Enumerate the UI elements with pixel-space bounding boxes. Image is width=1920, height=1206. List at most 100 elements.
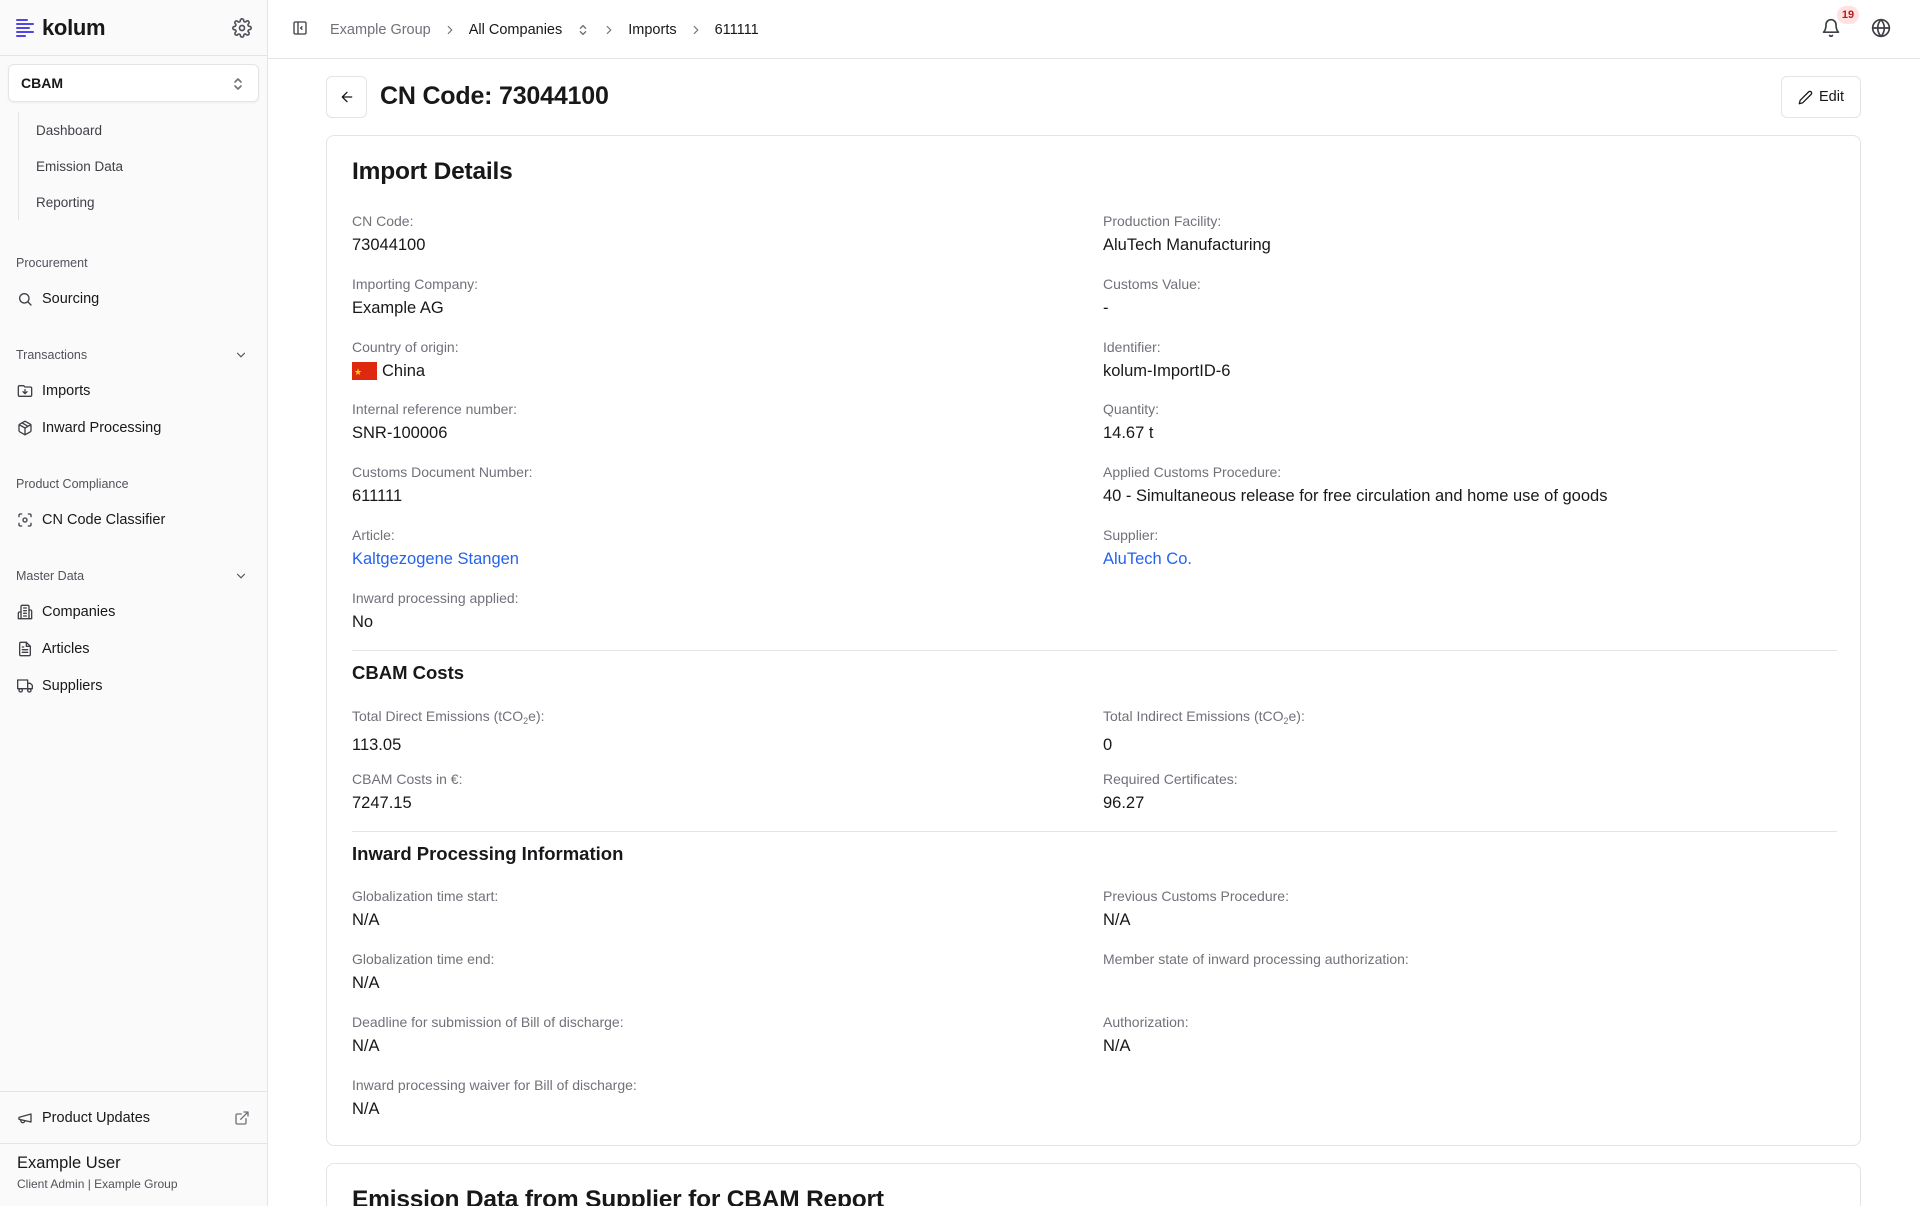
field-cn-code: CN Code: 73044100 xyxy=(352,212,425,256)
field-authorization: Authorization: N/A xyxy=(1103,1013,1189,1057)
field-label: Previous Customs Procedure: xyxy=(1103,888,1289,904)
subnav-item-emission-data[interactable]: Emission Data xyxy=(19,148,249,184)
field-article: Article: Kaltgezogene Stangen xyxy=(352,526,519,570)
supplier-link[interactable]: AluTech Co. xyxy=(1103,548,1192,570)
emission-data-card: Emission Data from Supplier for CBAM Rep… xyxy=(326,1163,1861,1206)
field-value: 113.05 xyxy=(352,736,402,754)
field-supplier: Supplier: AluTech Co. xyxy=(1103,526,1192,570)
file-text-icon xyxy=(19,641,31,656)
field-label: Required Certificates: xyxy=(1103,771,1238,787)
megaphone-icon xyxy=(18,1112,32,1123)
product-updates-link[interactable]: Product Updates xyxy=(0,1091,268,1143)
folder-import-icon xyxy=(17,384,33,397)
field-globalization-end: Globalization time end: N/A xyxy=(352,950,494,994)
field-label: Quantity: xyxy=(1103,401,1160,417)
field-bill-of-discharge-deadline: Deadline for submission of Bill of disch… xyxy=(352,1013,624,1057)
sidebar-item-inward-processing[interactable]: Inward Processing xyxy=(0,409,268,446)
search-icon xyxy=(19,292,32,306)
breadcrumb-group[interactable]: Example Group xyxy=(330,22,431,38)
building-icon xyxy=(17,604,33,619)
sidebar-item-label: Inward Processing xyxy=(42,419,162,436)
pencil-icon xyxy=(1798,90,1813,104)
article-link[interactable]: Kaltgezogene Stangen xyxy=(352,548,519,570)
brand[interactable]: kolum xyxy=(0,0,267,56)
sidebar-item-suppliers[interactable]: Suppliers xyxy=(0,667,268,704)
chevron-right-icon xyxy=(606,25,612,34)
nav-label-text: Master Data xyxy=(16,569,85,583)
sidebar-item-label: Suppliers xyxy=(42,677,103,694)
breadcrumb-companies[interactable]: All Companies xyxy=(469,22,563,38)
divider xyxy=(352,650,1837,651)
sidebar-item-imports[interactable]: Imports xyxy=(0,372,268,409)
subnav-item-dashboard[interactable]: Dashboard xyxy=(19,112,249,148)
field-production-facility: Production Facility: AluTech Manufacturi… xyxy=(1103,212,1271,256)
sidebar-item-label: CN Code Classifier xyxy=(42,511,166,528)
nav-label-transactions[interactable]: Transactions xyxy=(0,344,268,366)
field-value: No xyxy=(352,613,374,631)
field-value: N/A xyxy=(352,1037,380,1055)
divider xyxy=(352,831,1837,832)
label-part: e): xyxy=(528,708,545,724)
field-value: kolum-ImportID-6 xyxy=(1103,362,1231,380)
breadcrumb-imports[interactable]: Imports xyxy=(628,22,676,38)
country-name: China xyxy=(382,362,426,380)
nav-label-text: Transactions xyxy=(16,348,88,362)
bell-icon[interactable] xyxy=(1821,18,1841,38)
nav-label-master-data[interactable]: Master Data xyxy=(0,565,268,587)
field-value: - xyxy=(1103,299,1109,317)
nav-label-procurement: Procurement xyxy=(16,256,88,270)
chevron-up-down-icon[interactable] xyxy=(576,23,590,37)
field-value: 611111 xyxy=(352,487,403,505)
topbar: Example Group All Companies Imports 6111… xyxy=(268,0,1920,59)
field-label: Article: xyxy=(352,527,395,543)
sidebar: kolum CBAM Dashboard Emission Data Repor… xyxy=(0,0,268,1206)
import-details-title: Import Details xyxy=(352,158,513,185)
sidebar-item-cn-code-classifier[interactable]: CN Code Classifier xyxy=(0,501,268,538)
field-value: N/A xyxy=(1103,911,1131,929)
package-icon xyxy=(18,420,32,435)
field-identifier: Identifier: kolum-ImportID-6 xyxy=(1103,338,1230,382)
sidebar-item-sourcing[interactable]: Sourcing xyxy=(0,280,268,317)
field-label: Supplier: xyxy=(1103,527,1159,543)
field-label: Total Indirect Emissions (tCO2e): xyxy=(1103,707,1305,730)
user-menu[interactable]: Example User Client Admin | Example Grou… xyxy=(0,1143,268,1206)
sidebar-item-label: Sourcing xyxy=(42,290,100,307)
cbam-subnav: Dashboard Emission Data Reporting xyxy=(18,112,249,220)
field-value: China xyxy=(352,360,459,383)
sidebar-toggle-icon[interactable] xyxy=(292,20,308,36)
field-label: Globalization time start: xyxy=(352,888,499,904)
edit-button[interactable]: Edit xyxy=(1781,76,1861,118)
field-value: 73044100 xyxy=(352,236,426,254)
field-label: Inward processing applied: xyxy=(352,590,519,606)
field-customs-value: Customs Value: - xyxy=(1103,275,1201,319)
field-label: Deadline for submission of Bill of disch… xyxy=(352,1014,624,1030)
gear-icon[interactable] xyxy=(232,18,252,38)
sidebar-item-articles[interactable]: Articles xyxy=(0,630,268,667)
field-label: Importing Company: xyxy=(352,276,479,292)
field-value: 7247.15 xyxy=(352,794,412,812)
sidebar-item-label: Companies xyxy=(42,603,116,620)
field-label: Customs Document Number: xyxy=(352,464,533,480)
field-label: Country of origin: xyxy=(352,339,459,355)
field-label: CBAM Costs in €: xyxy=(352,771,463,787)
field-inward-processing-applied: Inward processing applied: No xyxy=(352,589,519,633)
cbam-costs-title: CBAM Costs xyxy=(352,662,465,683)
back-button[interactable] xyxy=(326,76,367,118)
field-previous-customs-procedure: Previous Customs Procedure: N/A xyxy=(1103,887,1289,931)
field-value: N/A xyxy=(352,974,380,992)
kolum-logo-icon xyxy=(16,18,34,37)
scan-icon xyxy=(18,512,32,527)
nav-section-transactions: Transactions Imports Inward Processing xyxy=(0,344,268,446)
globe-icon[interactable] xyxy=(1871,18,1891,38)
chevron-down-icon[interactable] xyxy=(234,569,248,583)
field-label: Member state of inward processing author… xyxy=(1103,951,1409,967)
label-part: e): xyxy=(1288,708,1305,724)
module-select[interactable]: CBAM xyxy=(8,64,259,102)
chevron-up-down-icon xyxy=(234,78,242,90)
chevron-down-icon[interactable] xyxy=(234,348,248,362)
field-country-of-origin: Country of origin: China xyxy=(352,338,459,383)
subnav-item-reporting[interactable]: Reporting xyxy=(19,184,249,220)
sidebar-item-companies[interactable]: Companies xyxy=(0,593,268,630)
field-label: Internal reference number: xyxy=(352,401,517,417)
page-header: CN Code: 73044100 Edit xyxy=(326,76,1861,118)
